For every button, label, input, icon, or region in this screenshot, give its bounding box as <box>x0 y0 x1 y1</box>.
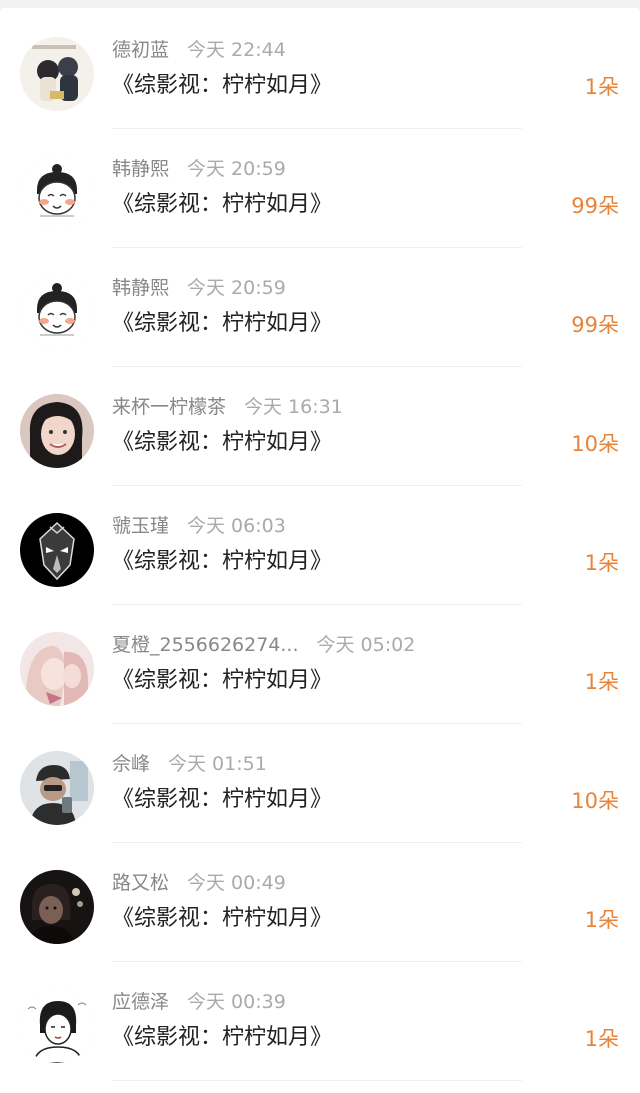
list-item[interactable]: 应德泽 今天 00:39 《综影视：柠柠如月》 1朵 <box>0 962 640 1081</box>
user-name[interactable]: 来杯一柠檬茶 <box>112 396 226 418</box>
gift-list: 德初蓝今天 22:44 《综影视：柠柠如月》 1朵 韩静熙今天 20:59 <box>0 10 640 1081</box>
timestamp: 今天 06:03 <box>187 515 286 537</box>
book-title[interactable]: 《综影视：柠柠如月》 <box>112 428 332 458</box>
flower-count: 10朵 <box>571 432 619 456</box>
user-name[interactable]: 韩静熙 <box>112 277 169 299</box>
list-item[interactable]: 路又松 今天 00:49 《综影视：柠柠如月》 1朵 <box>0 843 640 962</box>
user-name[interactable]: 韩静熙 <box>112 158 169 180</box>
item-meta: 佘峰 今天 01:51 <box>112 751 267 777</box>
item-meta: 韩静熙 今天 20:59 <box>112 156 286 182</box>
avatar[interactable] <box>20 989 94 1063</box>
user-name[interactable]: 虢玉瑾 <box>112 515 169 537</box>
item-meta: 应德泽 今天 00:39 <box>112 989 286 1015</box>
item-meta: 来杯一柠檬茶 今天 16:31 <box>112 394 343 420</box>
book-title[interactable]: 《综影视：柠柠如月》 <box>112 71 332 101</box>
list-item[interactable]: 德初蓝 今天 22:44 《综影视：柠柠如月》 1朵 <box>0 10 640 129</box>
avatar[interactable] <box>20 156 94 230</box>
item-meta: 德初蓝 今天 22:44 <box>112 37 286 63</box>
user-name[interactable]: 夏橙_2556626274... <box>112 634 299 656</box>
flower-count: 10朵 <box>571 789 619 813</box>
user-name[interactable]: 佘峰 <box>112 753 150 775</box>
cartoon-girl-avatar-icon <box>20 156 94 230</box>
sketch-girl-avatar-icon <box>20 989 94 1063</box>
photo-cap-avatar-icon <box>20 751 94 825</box>
flower-count: 99朵 <box>571 313 619 337</box>
list-item[interactable]: 虢玉瑾 今天 06:03 《综影视：柠柠如月》 1朵 <box>0 486 640 605</box>
timestamp: 今天 05:02 <box>316 634 416 656</box>
user-name[interactable]: 德初蓝 <box>112 39 169 61</box>
anime-couple-avatar-icon <box>20 37 94 111</box>
list-item[interactable]: 韩静熙 今天 20:59 《综影视：柠柠如月》 99朵 <box>0 248 640 367</box>
user-name[interactable]: 路又松 <box>112 872 169 894</box>
flower-count: 99朵 <box>571 194 619 218</box>
item-meta: 路又松 今天 00:49 <box>112 870 286 896</box>
book-title[interactable]: 《综影视：柠柠如月》 <box>112 547 332 577</box>
book-title[interactable]: 《综影视：柠柠如月》 <box>112 904 332 934</box>
timestamp: 今天 00:39 <box>187 991 286 1013</box>
list-item[interactable]: 佘峰 今天 01:51 《综影视：柠柠如月》 10朵 <box>0 724 640 843</box>
list-item[interactable]: 韩静熙 今天 20:59 《综影视：柠柠如月》 99朵 <box>0 129 640 248</box>
book-title[interactable]: 《综影视：柠柠如月》 <box>112 785 332 815</box>
timestamp: 今天 00:49 <box>187 872 286 894</box>
timestamp: 今天 20:59 <box>187 277 286 299</box>
avatar[interactable] <box>20 751 94 825</box>
avatar[interactable] <box>20 37 94 111</box>
timestamp: 今天 01:51 <box>168 753 267 775</box>
user-name[interactable]: 应德泽 <box>112 991 169 1013</box>
timestamp: 今天 20:59 <box>187 158 286 180</box>
book-title[interactable]: 《综影视：柠柠如月》 <box>112 1023 332 1053</box>
avatar[interactable] <box>20 870 94 944</box>
list-item[interactable]: 夏橙_2556626274... 今天 05:02 《综影视：柠柠如月》 1朵 <box>0 605 640 724</box>
flower-count: 1朵 <box>584 1027 619 1051</box>
avatar[interactable] <box>20 275 94 349</box>
anime-pink-avatar-icon <box>20 632 94 706</box>
dark-photo-avatar-icon <box>20 870 94 944</box>
dark-mask-avatar-icon <box>20 513 94 587</box>
photo-girl-avatar-icon <box>20 394 94 468</box>
timestamp: 今天 16:31 <box>244 396 343 418</box>
item-meta: 夏橙_2556626274... 今天 05:02 <box>112 632 415 658</box>
flower-count: 1朵 <box>584 908 619 932</box>
timestamp: 今天 22:44 <box>187 39 286 61</box>
divider <box>112 1080 522 1081</box>
avatar[interactable] <box>20 394 94 468</box>
item-meta: 韩静熙 今天 20:59 <box>112 275 286 301</box>
avatar[interactable] <box>20 513 94 587</box>
cartoon-girl-avatar-icon <box>20 275 94 349</box>
book-title[interactable]: 《综影视：柠柠如月》 <box>112 666 332 696</box>
flower-count: 1朵 <box>584 670 619 694</box>
item-meta: 虢玉瑾 今天 06:03 <box>112 513 286 539</box>
list-item[interactable]: 来杯一柠檬茶 今天 16:31 《综影视：柠柠如月》 10朵 <box>0 367 640 486</box>
book-title[interactable]: 《综影视：柠柠如月》 <box>112 190 332 220</box>
flower-count: 1朵 <box>584 551 619 575</box>
flower-count: 1朵 <box>584 75 619 99</box>
avatar[interactable] <box>20 632 94 706</box>
book-title[interactable]: 《综影视：柠柠如月》 <box>112 309 332 339</box>
